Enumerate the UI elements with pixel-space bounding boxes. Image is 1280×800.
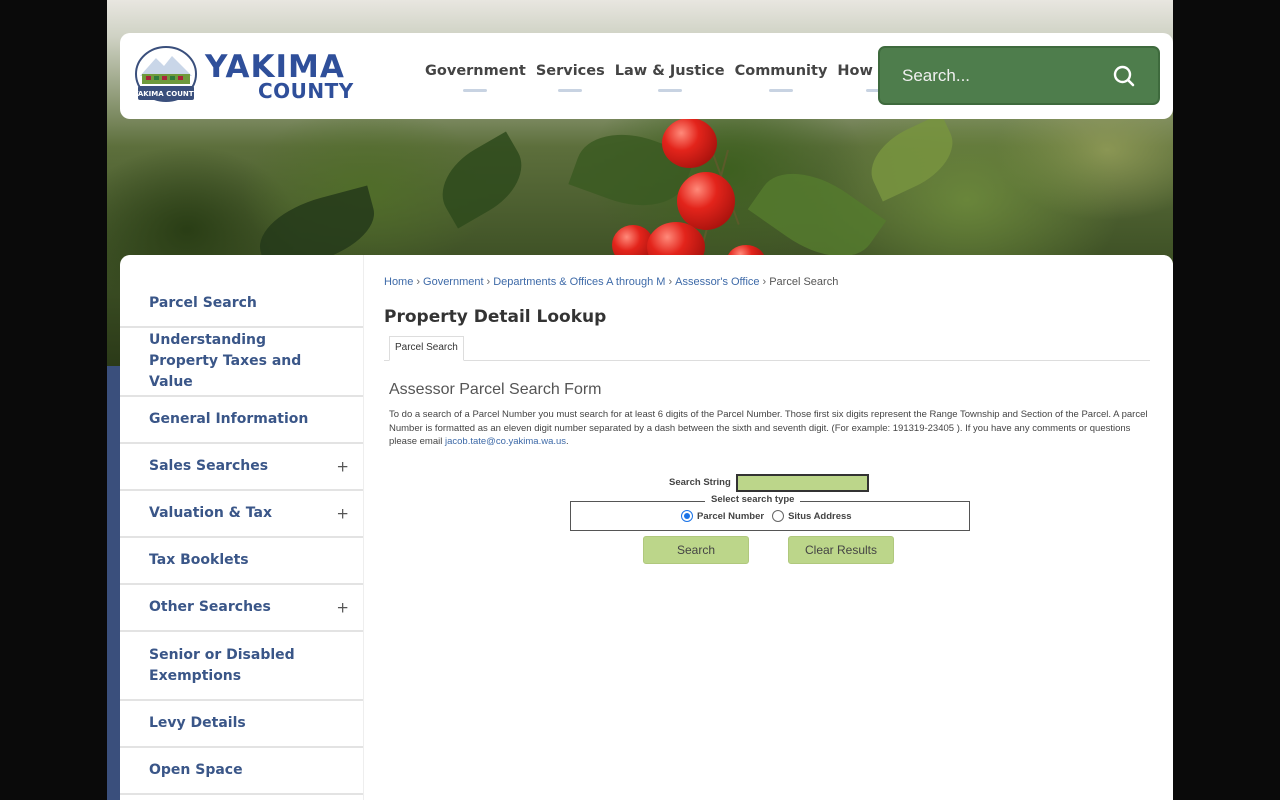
nav-government[interactable]: Government bbox=[425, 63, 526, 79]
sidebar-item-parcel-search[interactable]: Parcel Search bbox=[120, 280, 363, 328]
sidebar-item-levy-details[interactable]: Levy Details bbox=[120, 701, 363, 748]
logo-subtitle[interactable]: COUNTY bbox=[258, 80, 354, 102]
breadcrumb-separator: › bbox=[416, 276, 421, 288]
site-search bbox=[878, 46, 1160, 105]
county-seal-logo[interactable]: YAKIMA COUNTY bbox=[134, 46, 198, 106]
sidebar: Parcel Search Understanding Property Tax… bbox=[120, 280, 363, 795]
sidebar-item-other-searches[interactable]: Other Searches + bbox=[120, 585, 363, 632]
content-card: Parcel Search Understanding Property Tax… bbox=[120, 255, 1173, 800]
search-type-options: Parcel Number Situs Address bbox=[681, 510, 852, 522]
sidebar-item-label: Sales Searches bbox=[149, 458, 269, 474]
left-accent-strip bbox=[107, 366, 120, 800]
search-icon[interactable] bbox=[1112, 64, 1136, 88]
sidebar-item-general-information[interactable]: General Information bbox=[120, 397, 363, 444]
situs-address-radio[interactable] bbox=[772, 510, 785, 522]
sidebar-item-label: Valuation & Tax bbox=[149, 505, 272, 521]
sidebar-item-sales-searches[interactable]: Sales Searches + bbox=[120, 444, 363, 491]
sidebar-item-label: Other Searches bbox=[149, 599, 271, 615]
site-search-input[interactable] bbox=[902, 62, 1102, 90]
nav-community[interactable]: Community bbox=[735, 63, 828, 79]
sidebar-item-label: Open Space bbox=[149, 762, 243, 778]
form-title: Assessor Parcel Search Form bbox=[389, 381, 602, 398]
form-description-suffix: . bbox=[566, 436, 569, 447]
breadcrumb-assessors-office[interactable]: Assessor's Office bbox=[675, 276, 759, 288]
contact-email-link[interactable]: jacob.tate@co.yakima.wa.us bbox=[445, 436, 566, 447]
breadcrumb-separator: › bbox=[762, 276, 767, 288]
form-description: To do a search of a Parcel Number you mu… bbox=[389, 408, 1149, 449]
situs-address-label[interactable]: Situs Address bbox=[788, 511, 852, 522]
expand-plus-icon[interactable]: + bbox=[336, 456, 349, 477]
nav-services[interactable]: Services bbox=[536, 63, 605, 79]
breadcrumb-separator: › bbox=[668, 276, 673, 288]
breadcrumb-current: Parcel Search bbox=[769, 276, 839, 288]
clear-results-button[interactable]: Clear Results bbox=[788, 536, 894, 564]
breadcrumb-separator: › bbox=[486, 276, 491, 288]
main-nav: Government Services Law & Justice Commun… bbox=[425, 63, 929, 79]
search-type-legend: Select search type bbox=[705, 494, 801, 505]
site-header: YAKIMA COUNTY YAKIMA COUNTY Government S… bbox=[120, 33, 1173, 119]
parcel-number-label[interactable]: Parcel Number bbox=[697, 511, 764, 522]
search-type-fieldset: Select search type Parcel Number Situs A… bbox=[570, 494, 970, 531]
page: YAKIMA COUNTY YAKIMA COUNTY Government S… bbox=[107, 0, 1173, 800]
page-title: Property Detail Lookup bbox=[384, 307, 607, 327]
expand-plus-icon[interactable]: + bbox=[336, 503, 349, 524]
tab-parcel-search[interactable]: Parcel Search bbox=[389, 336, 464, 361]
sidebar-item-label: Tax Booklets bbox=[149, 552, 249, 568]
logo-badge-text: YAKIMA COUNTY bbox=[134, 90, 198, 98]
main-content: Home › Government › Departments & Offices A … bbox=[363, 255, 1173, 800]
sidebar-item-valuation-tax[interactable]: Valuation & Tax + bbox=[120, 491, 363, 538]
sidebar-item-senior-disabled-exemptions[interactable]: Senior or Disabled Exemptions bbox=[120, 632, 363, 701]
breadcrumb-government[interactable]: Government bbox=[423, 276, 484, 288]
sidebar-item-label: Parcel Search bbox=[149, 294, 257, 311]
sidebar-item-label: Senior or Disabled Exemptions bbox=[149, 646, 295, 684]
expand-plus-icon[interactable]: + bbox=[336, 597, 349, 618]
breadcrumb-home[interactable]: Home bbox=[384, 276, 413, 288]
sidebar-item-tax-booklets[interactable]: Tax Booklets bbox=[120, 538, 363, 585]
sidebar-item-label: General Information bbox=[149, 411, 309, 427]
tab-bar: Parcel Search bbox=[384, 336, 1150, 361]
search-string-label: Search String bbox=[669, 477, 731, 488]
search-button[interactable]: Search bbox=[643, 536, 749, 564]
nav-law-justice[interactable]: Law & Justice bbox=[615, 63, 725, 79]
sidebar-item-open-space[interactable]: Open Space bbox=[120, 748, 363, 795]
search-string-input[interactable] bbox=[736, 474, 869, 492]
sidebar-item-label: Understanding Property Taxes and Value bbox=[149, 332, 302, 390]
sidebar-item-understanding-property-taxes[interactable]: Understanding Property Taxes and Value bbox=[120, 328, 363, 397]
parcel-number-radio[interactable] bbox=[681, 510, 693, 522]
breadcrumb: Home › Government › Departments & Offices A … bbox=[384, 276, 838, 288]
breadcrumb-departments[interactable]: Departments & Offices A through M bbox=[493, 276, 665, 288]
sidebar-item-label: Levy Details bbox=[149, 715, 246, 731]
